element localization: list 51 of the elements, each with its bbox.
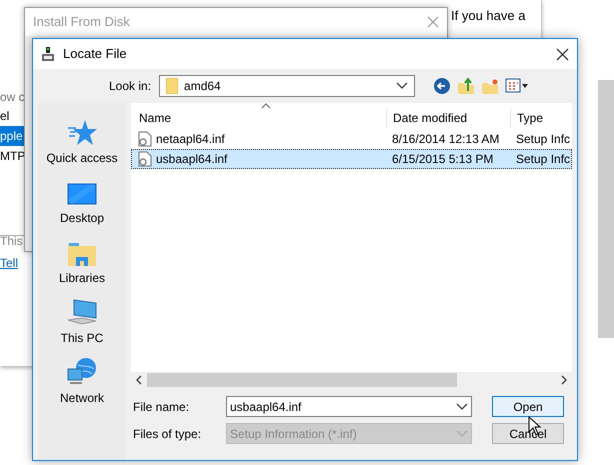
file-name: netaapl64.inf <box>156 131 225 148</box>
file-row[interactable]: usbaapl64.inf 6/15/2015 5:13 PM Setup Infc <box>131 149 572 169</box>
file-icon <box>138 131 152 147</box>
file-type-label: Files of type: <box>132 426 202 442</box>
look-in-dropdown[interactable]: amd64 <box>159 75 416 97</box>
close-icon[interactable] <box>556 48 569 60</box>
dropdown-icon <box>456 430 468 438</box>
place-button[interactable]: Network <box>38 353 126 407</box>
new-folder-icon[interactable] <box>481 77 500 95</box>
place-button[interactable]: Desktop <box>38 173 126 227</box>
text-fragment: If you have a <box>451 7 526 25</box>
window-title: Install From Disk <box>33 13 130 32</box>
computer-icon <box>66 299 98 327</box>
date-cell-text: 8/16/2014 12:13 AM <box>391 131 500 148</box>
scrollbar[interactable] <box>598 80 614 338</box>
app-icon <box>41 46 55 62</box>
date-cell-text: 6/15/2015 5:13 PM <box>391 151 494 168</box>
file-name: usbaapl64.inf <box>156 151 228 168</box>
window-title: Locate File <box>63 45 128 64</box>
dialog-button[interactable]: Cancel <box>492 423 564 444</box>
place-button[interactable]: This PC <box>38 293 126 347</box>
monitor-icon <box>67 183 97 207</box>
folder-name: amd64 <box>184 78 222 95</box>
network-icon <box>66 357 98 387</box>
scroll-thumb[interactable] <box>147 373 457 387</box>
folder-icon <box>67 241 97 267</box>
dropdown-icon <box>396 82 408 90</box>
scroll-left-icon[interactable] <box>135 375 143 385</box>
column-header[interactable]: Type <box>510 109 572 127</box>
dialog-button[interactable]: Open <box>492 396 564 417</box>
column-header[interactable]: Name <box>131 109 386 127</box>
help-link[interactable]: Tell <box>0 254 18 272</box>
prompt-text: ow c <box>0 89 25 106</box>
dropdown-icon <box>456 402 468 410</box>
file-row[interactable]: netaapl64.inf 8/16/2014 12:13 AM Setup Infc <box>131 129 572 149</box>
place-button[interactable]: Libraries <box>38 233 126 287</box>
folder-up-icon[interactable] <box>457 77 476 95</box>
file-icon <box>138 151 152 167</box>
star-icon <box>67 119 97 147</box>
note-text: This <box>0 233 23 250</box>
place-button[interactable]: Quick access <box>38 113 126 167</box>
view-menu-icon[interactable] <box>505 78 530 94</box>
file-name-field[interactable]: usbaapl64.inf <box>226 396 472 417</box>
column-header[interactable]: Date modified <box>386 109 510 127</box>
back-icon[interactable] <box>433 77 452 95</box>
type-cell-text: Setup Infc <box>515 151 571 168</box>
scroll-right-icon[interactable] <box>560 375 568 385</box>
type-cell-text: Setup Infc <box>515 131 571 148</box>
look-in-label: Look in: <box>109 78 152 95</box>
folder-icon <box>166 78 178 94</box>
file-name-label: File name: <box>132 398 190 416</box>
